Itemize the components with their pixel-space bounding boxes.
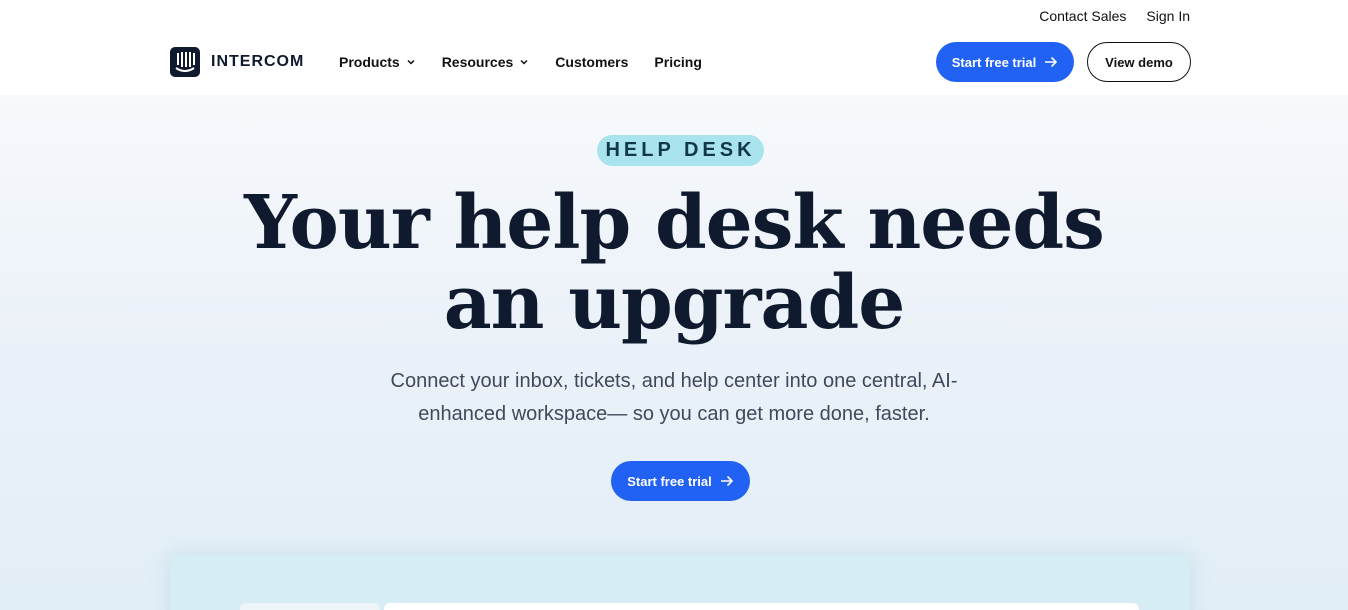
main-navigation: INTERCOM Products Resources Customers Pr… [0,34,1348,95]
product-preview [170,555,1190,610]
nav-item-label: Resources [441,54,514,70]
nav-item-customers[interactable]: Customers [555,54,628,70]
utility-bar: Contact Sales Sign In [0,0,1348,34]
arrow-right-icon [720,475,733,487]
button-label: Start free trial [951,54,1037,70]
nav-item-products[interactable]: Products [339,54,416,70]
chevron-down-icon [520,59,528,65]
nav-item-label: Pricing [654,54,702,70]
start-free-trial-button[interactable]: Start free trial [936,42,1074,82]
preview-window [384,603,1139,610]
page-title: Your help desk needs an upgrade [0,183,1348,343]
nav-item-pricing[interactable]: Pricing [654,54,701,70]
logo-wordmark: INTERCOM [211,53,305,70]
nav-item-label: Customers [555,54,629,70]
hero-section: HELP DESK Your help desk needs an upgrad… [0,95,1348,610]
subtitle-line: Connect your inbox, tickets, and help ce… [390,370,958,392]
headline-line: Your help desk needs [244,180,1105,266]
button-label: Start free trial [627,473,712,489]
preview-sidebar [240,603,380,610]
intercom-logo-icon [170,47,200,77]
utility-links: Contact Sales Sign In [1039,8,1190,24]
nav-menu: Products Resources Customers Pricing [339,54,702,70]
logo[interactable]: INTERCOM [170,47,304,77]
view-demo-button[interactable]: View demo [1087,42,1191,82]
sign-in-link[interactable]: Sign In [1146,8,1190,24]
headline-line: an upgrade [443,260,906,346]
chevron-down-icon [407,59,415,65]
hero-start-free-trial-button[interactable]: Start free trial [611,461,750,501]
hero-subtitle: Connect your inbox, tickets, and help ce… [374,365,974,431]
nav-item-label: Products [339,54,400,70]
button-label: View demo [1105,54,1173,70]
subtitle-line: enhanced workspace— so you can get more … [418,403,930,425]
arrow-right-icon [1045,56,1058,68]
category-badge: HELP DESK [597,135,764,166]
nav-item-resources[interactable]: Resources [442,54,530,70]
contact-sales-link[interactable]: Contact Sales [1039,8,1126,24]
